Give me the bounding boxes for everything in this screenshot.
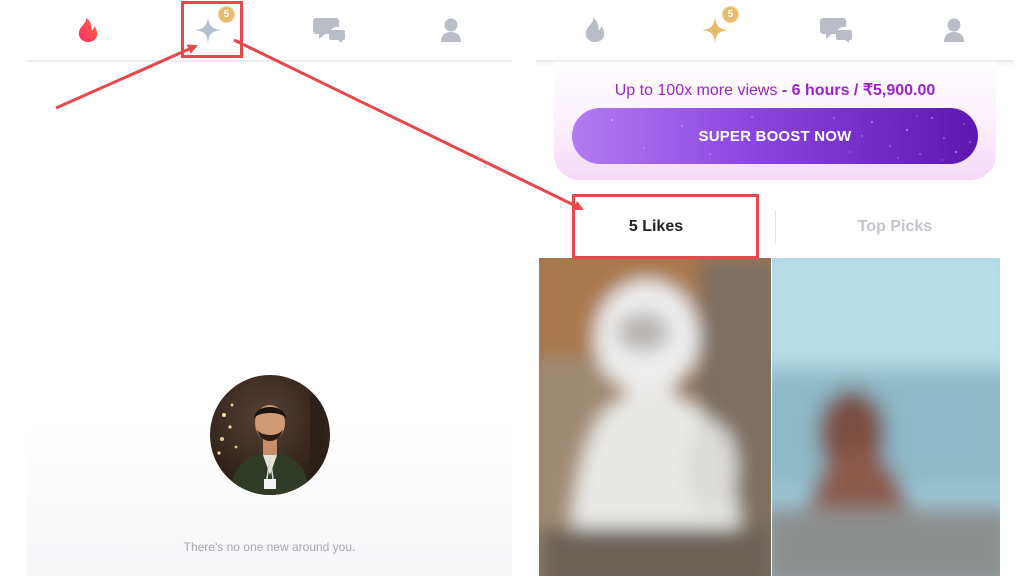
nav-item-swipe[interactable]	[575, 10, 615, 50]
boost-price: ₹5,900.00	[862, 82, 936, 99]
tab-top-picks[interactable]: Top Picks	[776, 198, 1014, 256]
super-boost-card: Up to 100x more views - 6 hours / ₹5,900…	[554, 62, 996, 180]
top-navigation-bar: 5	[536, 0, 1014, 62]
nav-item-messages[interactable]	[816, 10, 856, 50]
likes-count-badge: 5	[722, 6, 739, 23]
flame-icon	[585, 18, 605, 42]
chat-bubbles-icon	[820, 18, 852, 43]
user-avatar	[210, 375, 330, 495]
nav-item-likes[interactable]: 5	[188, 6, 235, 50]
nav-item-likes[interactable]: 5	[695, 6, 739, 50]
boost-offer-prefix: Up to 100x more views	[614, 82, 778, 99]
tab-likes[interactable]: 5 Likes	[576, 198, 736, 256]
discover-empty-state: There's no one new around you.	[27, 62, 512, 576]
nav-item-profile[interactable]	[934, 10, 974, 50]
nav-item-profile[interactable]	[431, 10, 471, 50]
super-boost-button-label: SUPER BOOST NOW	[698, 127, 852, 145]
left-screen: 5 There's no one new around you.	[27, 0, 512, 576]
nav-item-swipe[interactable]	[68, 10, 108, 50]
super-boost-button[interactable]: SUPER BOOST NOW	[572, 108, 978, 164]
top-navigation-bar: 5	[27, 0, 512, 62]
chat-bubbles-icon	[313, 18, 345, 43]
sparkle-icon	[195, 17, 221, 43]
profile-icon	[944, 18, 964, 42]
likes-count-badge: 5	[218, 6, 235, 23]
boost-offer-text: Up to 100x more views - 6 hours / ₹5,900…	[614, 82, 936, 99]
nav-item-messages[interactable]	[309, 10, 349, 50]
boost-duration: 6 hours	[791, 82, 850, 99]
likes-tabs: 5 Likes Top Picks	[536, 198, 1014, 256]
right-screen: 5 Up to 100x more views - 6 hours / ₹5,9…	[536, 0, 1014, 576]
profile-icon	[441, 18, 461, 42]
flame-icon	[78, 18, 98, 42]
empty-state-message: There's no one new around you.	[183, 540, 356, 554]
blurred-like-card[interactable]	[772, 258, 1000, 576]
blurred-like-card[interactable]	[539, 258, 771, 576]
